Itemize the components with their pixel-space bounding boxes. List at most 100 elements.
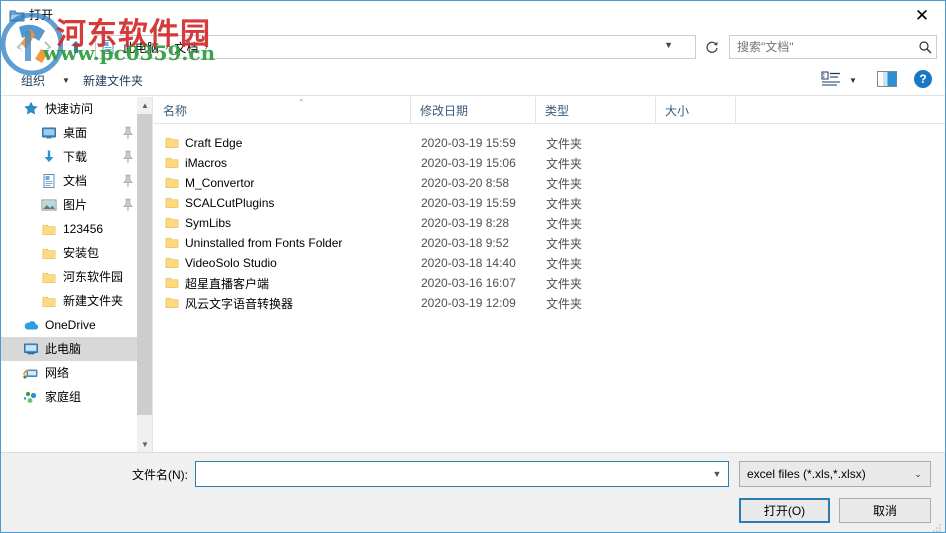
table-row[interactable]: iMacros 2020-03-19 15:06 文件夹 xyxy=(154,153,945,173)
chevron-down-icon[interactable]: ▼ xyxy=(137,436,152,453)
cell-type: 文件夹 xyxy=(546,236,583,251)
cell-date: 2020-03-19 12:09 xyxy=(421,296,516,310)
folder-icon xyxy=(164,175,180,190)
folder-icon xyxy=(164,215,180,230)
sidebar-item-label: 家庭组 xyxy=(45,390,82,404)
resize-grip-icon[interactable] xyxy=(932,520,942,532)
pin-icon[interactable] xyxy=(122,198,134,212)
sidebar-item-12[interactable]: 家庭组 xyxy=(1,385,152,409)
file-list-pane: 名称 ⌃ 修改日期 类型 大小 Craft Edge 2020-03-19 15:59 文件… xyxy=(154,97,945,453)
folder-icon xyxy=(164,195,180,210)
column-header-label: 名称 xyxy=(163,103,188,118)
forward-arrow-icon[interactable] xyxy=(35,36,59,58)
table-row[interactable]: SymLibs 2020-03-19 8:28 文件夹 xyxy=(154,213,945,233)
cell-date: 2020-03-16 16:07 xyxy=(421,276,516,290)
breadcrumb-item-documents[interactable]: 文档 xyxy=(170,37,202,58)
sidebar-item-6[interactable]: 安装包 xyxy=(1,241,152,265)
organize-button[interactable]: 组织 xyxy=(15,70,51,91)
sidebar-item-3[interactable]: 文档 xyxy=(1,169,152,193)
search-box[interactable] xyxy=(729,35,937,59)
help-icon[interactable]: ? xyxy=(914,70,932,88)
cell-name: SCALCutPlugins xyxy=(185,196,275,210)
new-folder-button[interactable]: 新建文件夹 xyxy=(77,70,149,91)
sidebar-item-8[interactable]: 新建文件夹 xyxy=(1,289,152,313)
breadcrumb-separator-2[interactable]: › xyxy=(202,42,209,53)
chevron-down-icon[interactable]: ⌄ xyxy=(906,469,930,480)
sidebar-item-11[interactable]: 网络 xyxy=(1,361,152,385)
pin-icon[interactable] xyxy=(122,126,134,140)
breadcrumb-separator[interactable]: › xyxy=(163,42,170,53)
back-arrow-icon[interactable] xyxy=(9,36,33,58)
this-pc-icon xyxy=(23,341,39,357)
table-row[interactable]: VideoSolo Studio 2020-03-18 14:40 文件夹 xyxy=(154,253,945,273)
chevron-up-icon[interactable]: ▲ xyxy=(137,97,152,114)
sidebar-scrollbar[interactable]: ▲ ▼ xyxy=(137,97,152,453)
preview-pane-icon[interactable] xyxy=(877,71,897,87)
download-icon xyxy=(41,149,57,165)
filename-field-wrap[interactable]: ▼ xyxy=(195,461,729,487)
cancel-button[interactable]: 取消 xyxy=(839,498,931,523)
sidebar-item-5[interactable]: 123456 xyxy=(1,217,152,241)
column-header-label: 大小 xyxy=(665,103,690,118)
pin-icon[interactable] xyxy=(122,174,134,188)
breadcrumb[interactable]: 此电脑 › 文档 › ▼ xyxy=(95,35,696,59)
up-arrow-icon[interactable] xyxy=(63,36,89,58)
folder-icon xyxy=(164,295,180,310)
close-icon[interactable]: ✕ xyxy=(899,1,945,30)
scrollbar-thumb[interactable] xyxy=(137,114,152,415)
sidebar-item-10[interactable]: 此电脑 xyxy=(1,337,152,361)
file-type-filter-dropdown[interactable]: excel files (*.xls,*.xlsx) ⌄ xyxy=(739,461,931,487)
sidebar-item-2[interactable]: 下载 xyxy=(1,145,152,169)
column-header-name[interactable]: 名称 xyxy=(154,97,411,123)
sidebar-item-label: 此电脑 xyxy=(45,342,82,356)
cell-type: 文件夹 xyxy=(546,136,583,151)
documents-icon xyxy=(41,173,57,189)
open-button[interactable]: 打开(O) xyxy=(739,498,830,523)
chevron-down-icon[interactable]: ▼ xyxy=(664,40,673,50)
sidebar-item-label: 文档 xyxy=(63,174,88,188)
table-row[interactable]: Craft Edge 2020-03-19 15:59 文件夹 xyxy=(154,133,945,153)
folder-icon xyxy=(164,275,180,290)
navigation-pane: 快速访问桌面 下载文档图片 123456 安装包河东软件园新建文件夹 OneDrive 此… xyxy=(1,97,153,453)
search-icon[interactable] xyxy=(914,40,936,54)
folder-icon xyxy=(41,221,57,237)
search-input[interactable] xyxy=(730,40,914,54)
breadcrumb-item-this-pc[interactable]: 此电脑 xyxy=(119,37,163,58)
table-row[interactable]: SCALCutPlugins 2020-03-19 15:59 文件夹 xyxy=(154,193,945,213)
sidebar-item-9[interactable]: OneDrive xyxy=(1,313,152,337)
sidebar-item-label: 快速访问 xyxy=(45,102,94,116)
chevron-down-icon[interactable]: ▼ xyxy=(62,76,70,85)
column-header-date[interactable]: 修改日期 xyxy=(411,97,536,123)
sidebar-item-1[interactable]: 桌面 xyxy=(1,121,152,145)
folder-open-icon xyxy=(9,8,25,24)
table-row[interactable]: M_Convertor 2020-03-20 8:58 文件夹 xyxy=(154,173,945,193)
column-header-size[interactable]: 大小 xyxy=(656,97,736,123)
chevron-down-icon[interactable]: ▼ xyxy=(706,469,728,479)
column-header-type[interactable]: 类型 xyxy=(536,97,656,123)
cell-name: SymLibs xyxy=(185,216,232,230)
sidebar-item-label: 新建文件夹 xyxy=(63,294,124,308)
sidebar-item-label: 图片 xyxy=(63,198,88,212)
sidebar-item-4[interactable]: 图片 xyxy=(1,193,152,217)
sidebar-item-label: 安装包 xyxy=(63,246,100,260)
pin-icon[interactable] xyxy=(122,150,134,164)
filename-input[interactable] xyxy=(196,462,706,486)
table-row[interactable]: 风云文字语音转换器 2020-03-19 12:09 文件夹 xyxy=(154,293,945,313)
folder-icon xyxy=(164,155,180,170)
view-list-icon[interactable] xyxy=(821,71,843,89)
sidebar-item-0[interactable]: 快速访问 xyxy=(1,97,152,121)
cell-date: 2020-03-18 14:40 xyxy=(421,256,516,270)
homegroup-icon xyxy=(23,389,39,405)
folder-icon xyxy=(41,293,57,309)
table-row[interactable]: 超星直播客户端 2020-03-16 16:07 文件夹 xyxy=(154,273,945,293)
title-bar: 打开 ✕ xyxy=(1,1,945,30)
folder-icon xyxy=(41,269,57,285)
chevron-down-icon[interactable]: ▼ xyxy=(849,76,857,85)
sort-ascending-icon: ⌃ xyxy=(298,98,305,107)
cell-date: 2020-03-20 8:58 xyxy=(421,176,510,190)
refresh-icon[interactable] xyxy=(700,35,723,59)
table-row[interactable]: Uninstalled from Fonts Folder 2020-03-18 … xyxy=(154,233,945,253)
network-icon xyxy=(23,365,39,381)
file-type-filter-value: excel files (*.xls,*.xlsx) xyxy=(747,467,866,481)
sidebar-item-7[interactable]: 河东软件园 xyxy=(1,265,152,289)
